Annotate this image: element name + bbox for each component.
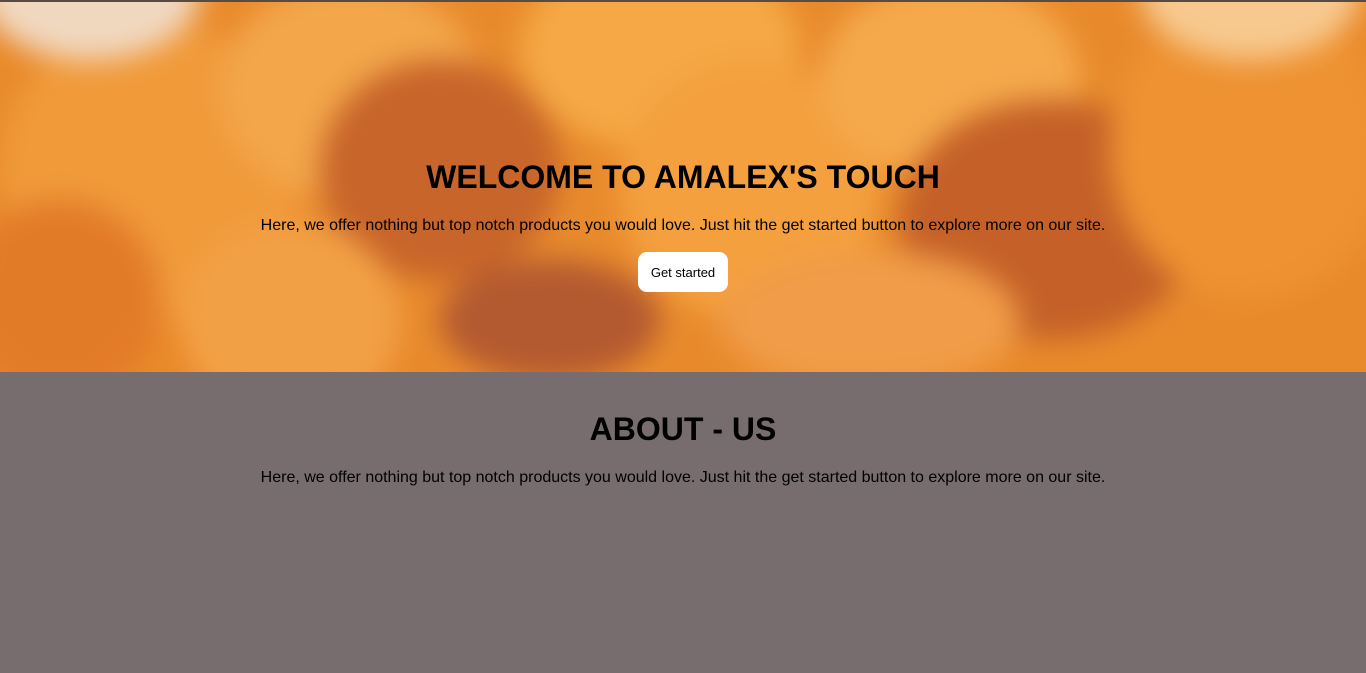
hero-description: Here, we offer nothing but top notch pro… xyxy=(260,217,1106,234)
get-started-button[interactable]: Get started xyxy=(638,252,728,292)
about-title: ABOUT - US xyxy=(589,411,777,447)
hero-content: WELCOME TO AMALEX'S TOUCH Here, we offer… xyxy=(0,0,1366,372)
hero-section: WELCOME TO AMALEX'S TOUCH Here, we offer… xyxy=(0,0,1366,372)
about-section: ABOUT - US Here, we offer nothing but to… xyxy=(0,372,1366,673)
about-description: Here, we offer nothing but top notch pro… xyxy=(260,469,1106,486)
hero-title: WELCOME TO AMALEX'S TOUCH xyxy=(426,159,940,195)
top-border xyxy=(0,0,1366,2)
